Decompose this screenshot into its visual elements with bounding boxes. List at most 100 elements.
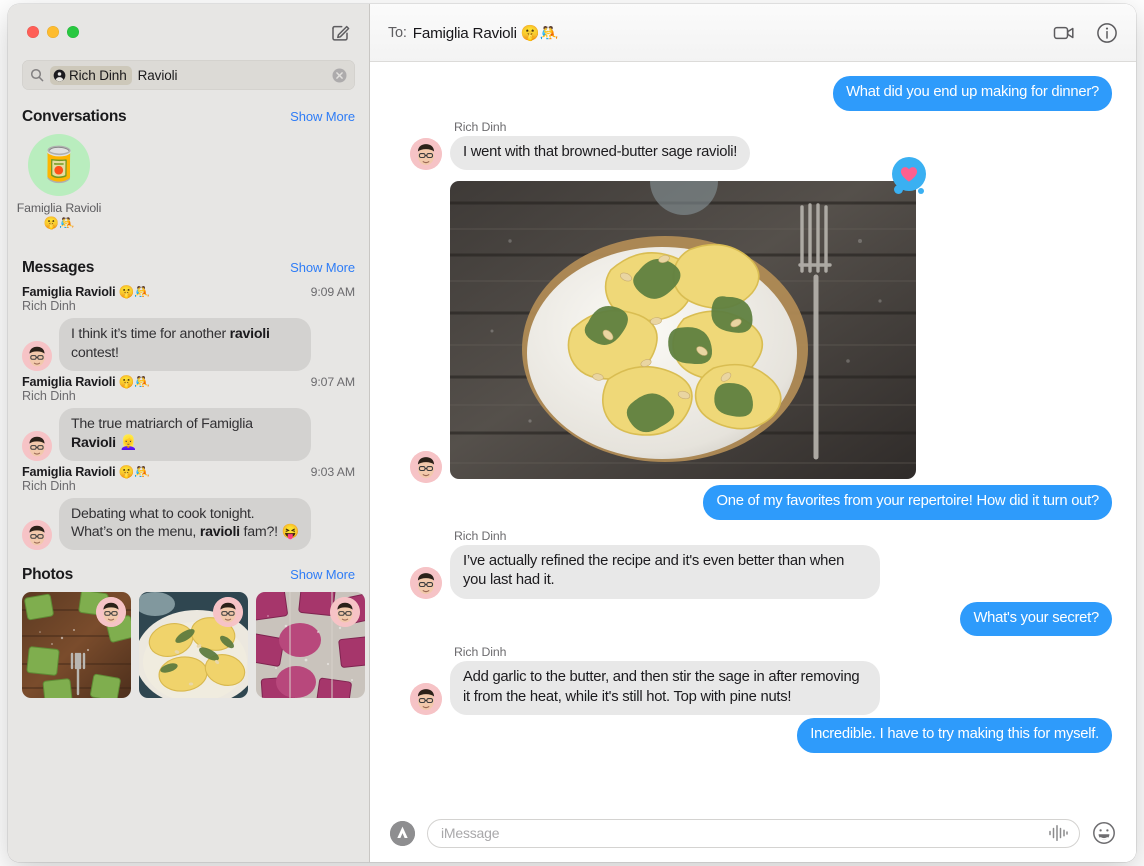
- conversations-list: 🥫 Famiglia Ravioli 🤫🤼: [8, 132, 369, 241]
- photos-list: [8, 590, 369, 712]
- to-label: To:: [388, 24, 407, 41]
- message-result-time: 9:09 AM: [310, 285, 356, 299]
- message-bubble-outgoing[interactable]: One of my favorites from your repertoire…: [703, 485, 1112, 520]
- message-result-body: The true matriarch of Famiglia Ravioli 👱…: [22, 407, 355, 461]
- message-result-time: 9:07 AM: [310, 374, 356, 389]
- message-result-header: Famiglia Ravioli 🤫🤼 9:03 AM: [22, 465, 355, 480]
- memoji-avatar-icon: [213, 597, 243, 628]
- search-token-label: Rich Dinh: [69, 67, 127, 83]
- zoom-button[interactable]: [67, 26, 79, 38]
- message-input[interactable]: iMessage: [427, 818, 1080, 848]
- tapback-tail-small: [918, 188, 924, 195]
- message-result-conversation: Famiglia Ravioli 🤫🤼: [22, 374, 150, 389]
- avatar: [410, 451, 442, 484]
- apps-store-icon[interactable]: [390, 820, 415, 846]
- avatar: [410, 566, 442, 599]
- avatar: [22, 430, 52, 461]
- memoji-avatar-icon: [22, 520, 52, 551]
- message-result-body: I think it’s time for another ravioli co…: [22, 318, 355, 371]
- message-result-item[interactable]: Famiglia Ravioli 🤫🤼 9:09 AM Rich Dinh I th…: [8, 283, 369, 371]
- clear-icon[interactable]: [332, 68, 347, 83]
- conversation-name: Famiglia Ravioli 🤫🤼: [16, 201, 102, 230]
- message-result-body: Debating what to cook tonight. What’s on…: [22, 497, 355, 551]
- audio-waveform-icon[interactable]: [1047, 824, 1069, 842]
- message-sender-name: Rich Dinh: [454, 645, 507, 660]
- messages-window: Rich Dinh Ravioli Conversations Show Mor…: [8, 4, 1136, 862]
- show-more-messages[interactable]: Show More: [290, 260, 355, 275]
- message-bubble-incoming[interactable]: I went with that browned-butter sage rav…: [450, 135, 751, 171]
- message-result-bubble: Debating what to cook tonight. What’s on…: [59, 497, 311, 551]
- message-result-header: Famiglia Ravioli 🤫🤼 9:09 AM: [22, 285, 355, 300]
- message-result-conversation: Famiglia Ravioli 🤫🤼: [22, 464, 150, 479]
- message-bubble-incoming[interactable]: Add garlic to the butter, and then stir …: [450, 661, 880, 716]
- avatar: [22, 340, 52, 371]
- tapback-heart-reaction[interactable]: [892, 157, 932, 197]
- search-token-chip[interactable]: Rich Dinh: [50, 65, 132, 85]
- section-title: Conversations: [22, 108, 127, 125]
- search-match-highlight: Ravioli: [71, 434, 116, 451]
- section-header-conversations: Conversations Show More: [8, 100, 369, 132]
- message-result-conversation: Famiglia Ravioli 🤫🤼: [22, 285, 150, 299]
- message-result-time: 9:03 AM: [310, 464, 356, 479]
- message-sender-name: Rich Dinh: [454, 119, 507, 134]
- section-header-messages: Messages Show More: [8, 241, 369, 283]
- message-row-outgoing: Incredible. I have to try making this fo…: [392, 718, 1112, 753]
- message-bubble-outgoing[interactable]: Incredible. I have to try making this fo…: [797, 718, 1112, 753]
- message-line-photo: [392, 157, 1112, 484]
- video-camera-icon[interactable]: [1052, 21, 1076, 45]
- memoji-avatar-icon: [410, 683, 442, 716]
- memoji-avatar-icon: [22, 340, 52, 371]
- memoji-avatar-icon: [410, 566, 442, 599]
- conversation-item[interactable]: 🥫 Famiglia Ravioli 🤫🤼: [17, 134, 101, 231]
- close-button[interactable]: [27, 26, 39, 38]
- minimize-button[interactable]: [47, 26, 59, 38]
- message-row-outgoing: What's your secret?: [392, 601, 1112, 637]
- message-result-item[interactable]: Famiglia Ravioli 🤫🤼 9:03 AM Rich Dinh Deba…: [8, 463, 369, 551]
- message-result-item[interactable]: Famiglia Ravioli 🤫🤼 9:07 AM Rich Dinh The …: [8, 373, 369, 461]
- memoji-avatar-icon: [410, 138, 442, 171]
- message-bubble-outgoing[interactable]: What did you end up making for dinner?: [833, 76, 1112, 111]
- message-sender-name: Rich Dinh: [454, 528, 507, 543]
- message-bubble-incoming[interactable]: I’ve actually refined the recipe and it'…: [450, 544, 880, 599]
- search-match-highlight: ravioli: [199, 524, 240, 541]
- photo-message[interactable]: [450, 181, 916, 480]
- sidebar: Rich Dinh Ravioli Conversations Show Mor…: [8, 4, 370, 862]
- tapback-bubble: [892, 157, 926, 192]
- recipient-name[interactable]: Famiglia Ravioli 🤫🤼: [413, 24, 559, 42]
- emoji-smiley-icon[interactable]: [1092, 821, 1116, 845]
- memoji-avatar-icon: [410, 451, 442, 484]
- photo-thumbnail[interactable]: [22, 592, 131, 699]
- message-row-outgoing: What did you end up making for dinner?: [392, 76, 1112, 111]
- avatar: 🥫: [28, 134, 90, 196]
- show-more-conversations[interactable]: Show More: [290, 109, 355, 124]
- message-line-incoming: I’ve actually refined the recipe and it'…: [392, 544, 1112, 599]
- conversation-pane: To: Famiglia Ravioli 🤫🤼 What did you end…: [370, 4, 1136, 862]
- section-title: Photos: [22, 566, 74, 584]
- search-match-highlight: ravioli: [229, 326, 270, 342]
- heart-icon: [900, 166, 918, 182]
- tomato-can-emoji: 🥫: [37, 146, 81, 184]
- message-result-sender: Rich Dinh: [22, 299, 76, 313]
- message-bubble-outgoing[interactable]: What's your secret?: [960, 601, 1112, 637]
- message-thread: What did you end up making for dinner? Ri…: [370, 62, 1136, 808]
- traffic-lights: [27, 26, 79, 38]
- memoji-avatar-icon: [96, 597, 126, 628]
- message-results-list: Famiglia Ravioli 🤫🤼 9:09 AM Rich Dinh I th…: [8, 283, 369, 551]
- avatar: [410, 683, 442, 716]
- search-field[interactable]: Rich Dinh Ravioli: [22, 60, 355, 90]
- compose-icon[interactable]: [327, 19, 353, 45]
- sidebar-titlebar: [8, 4, 369, 60]
- section-header-photos: Photos Show More: [8, 552, 369, 590]
- section-title: Messages: [22, 259, 95, 276]
- message-group-incoming: Rich Dinh I went with that browned-butte…: [392, 114, 1112, 171]
- memoji-avatar-icon: [330, 597, 360, 628]
- photo-thumbnail[interactable]: [256, 592, 365, 699]
- photo-thumbnail[interactable]: [139, 592, 248, 699]
- search-bar[interactable]: Rich Dinh Ravioli: [8, 60, 369, 100]
- show-more-photos[interactable]: Show More: [290, 567, 355, 582]
- info-circle-icon[interactable]: [1096, 22, 1118, 44]
- avatar: [330, 597, 360, 628]
- message-result-bubble: I think it’s time for another ravioli co…: [59, 318, 311, 371]
- search-icon: [30, 68, 44, 82]
- search-query-text[interactable]: Ravioli: [138, 68, 178, 83]
